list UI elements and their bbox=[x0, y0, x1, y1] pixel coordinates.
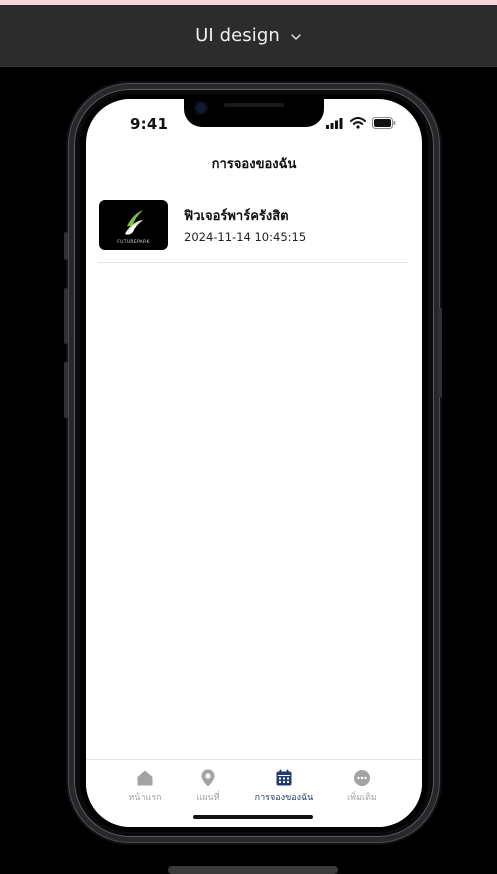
tab-map[interactable]: แผนที่ bbox=[168, 768, 248, 804]
tab-more[interactable]: เพิ่มเติม bbox=[322, 768, 402, 804]
tab-label: เพิ่มเติม bbox=[347, 793, 377, 803]
map-pin-icon bbox=[201, 769, 215, 787]
home-indicator bbox=[193, 815, 313, 819]
booking-datetime: 2024-11-14 10:45:15 bbox=[184, 230, 307, 244]
volume-up-button bbox=[64, 288, 68, 344]
page-title: การจองของฉัน bbox=[211, 157, 297, 172]
logo-wordmark: FUTUREPARK bbox=[117, 240, 150, 245]
speaker bbox=[224, 103, 284, 107]
power-button bbox=[438, 308, 442, 398]
volume-down-button bbox=[64, 362, 68, 418]
prototype-title[interactable]: UI design bbox=[195, 25, 280, 46]
prototype-header[interactable]: UI design bbox=[0, 5, 497, 67]
more-icon bbox=[354, 770, 370, 786]
venue-name: ฟิวเจอร์พาร์ครังสิต bbox=[184, 209, 289, 224]
phone-screen: 9:41 การจองของฉัน FUTUREPARK ฟิวเจอร์พาร… bbox=[86, 99, 422, 827]
front-camera bbox=[196, 103, 206, 113]
notch bbox=[184, 99, 324, 127]
tab-label: การจองของฉัน bbox=[254, 793, 314, 803]
tab-label: แผนที่ bbox=[196, 793, 220, 803]
tab-my-bookings[interactable]: การจองของฉัน bbox=[244, 768, 324, 804]
calendar-icon bbox=[276, 769, 292, 786]
mute-switch bbox=[64, 232, 68, 260]
chevron-down-icon[interactable] bbox=[290, 31, 302, 43]
wifi-icon bbox=[350, 117, 366, 129]
booking-list-item[interactable]: FUTUREPARK ฟิวเจอร์พาร์ครังสิต 2024-11-1… bbox=[98, 199, 408, 263]
status-time: 9:41 bbox=[130, 115, 169, 133]
cellular-signal-icon bbox=[326, 117, 343, 129]
home-icon bbox=[137, 770, 153, 786]
status-icons bbox=[326, 117, 396, 129]
venue-thumbnail: FUTUREPARK bbox=[99, 200, 168, 250]
next-frame-edge bbox=[168, 866, 338, 874]
battery-icon bbox=[372, 117, 396, 129]
